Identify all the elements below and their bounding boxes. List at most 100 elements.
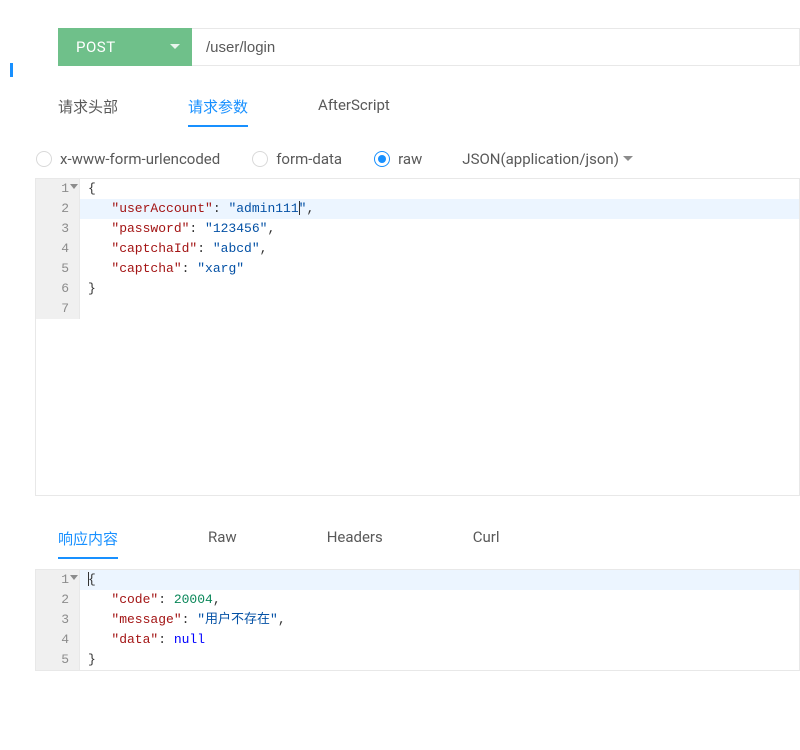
code-line: 2 "userAccount": "admin111",	[36, 199, 799, 219]
code-content[interactable]: }	[80, 650, 799, 670]
token-key: "captchaId"	[111, 241, 197, 256]
radio-icon	[36, 151, 52, 167]
line-number: 4	[36, 630, 80, 650]
http-method-select[interactable]: POST	[58, 28, 192, 66]
line-number: 2	[36, 590, 80, 610]
line-number: 1	[36, 570, 80, 590]
token-plain: :	[182, 261, 198, 276]
code-line: 1{	[36, 570, 799, 590]
token-key: "userAccount"	[111, 201, 212, 216]
radio-formdata[interactable]: form-data	[252, 150, 342, 168]
code-content[interactable]: "captchaId": "abcd",	[80, 239, 799, 259]
radio-label: form-data	[276, 150, 342, 168]
request-body-editor[interactable]: 1 {2 "userAccount": "admin111",3 "passwor…	[35, 178, 800, 496]
fold-marker-icon[interactable]	[70, 184, 78, 189]
code-line: 4 "data": null	[36, 630, 799, 650]
request-tabs: 请求头部 请求参数 AfterScript	[58, 88, 800, 128]
code-line: 3 "message": "用户不存在",	[36, 610, 799, 630]
code-content[interactable]: {	[80, 570, 799, 590]
token-plain: :	[189, 221, 205, 236]
token-plain: ,	[260, 241, 268, 256]
code-line: 4 "captchaId": "abcd",	[36, 239, 799, 259]
line-number: 4	[36, 239, 80, 259]
code-line: 5}	[36, 650, 799, 670]
code-content[interactable]	[80, 299, 799, 319]
token-key: "message"	[111, 612, 181, 627]
code-line: 6}	[36, 279, 799, 299]
token-num: 20004	[174, 592, 213, 607]
token-plain: :	[213, 201, 229, 216]
token-plain: {	[88, 572, 96, 587]
token-null: null	[174, 632, 205, 647]
token-plain	[88, 261, 111, 276]
line-number: 7	[36, 299, 80, 319]
code-content[interactable]: "userAccount": "admin111",	[80, 199, 799, 219]
token-plain: }	[88, 652, 96, 667]
tab-response-curl[interactable]: Curl	[473, 520, 500, 559]
token-key: "captcha"	[111, 261, 181, 276]
code-content[interactable]: "code": 20004,	[80, 590, 799, 610]
token-key: "code"	[111, 592, 158, 607]
tab-response-headers[interactable]: Headers	[327, 520, 383, 559]
code-content[interactable]: "password": "123456",	[80, 219, 799, 239]
radio-icon	[252, 151, 268, 167]
content-type-select[interactable]: JSON(application/json)	[462, 150, 633, 168]
tab-request-params[interactable]: 请求参数	[188, 88, 248, 127]
radio-urlencoded[interactable]: x-www-form-urlencoded	[36, 150, 220, 168]
line-number: 2	[36, 199, 80, 219]
code-content[interactable]: }	[80, 279, 799, 299]
token-plain	[88, 221, 111, 236]
code-line: 2 "code": 20004,	[36, 590, 799, 610]
radio-label: x-www-form-urlencoded	[60, 150, 220, 168]
code-content[interactable]: {	[80, 179, 799, 199]
token-plain: {	[88, 181, 96, 196]
token-str: "用户不存在"	[197, 612, 278, 627]
line-number: 1	[36, 179, 80, 199]
token-plain	[88, 592, 111, 607]
token-key: "password"	[111, 221, 189, 236]
radio-icon	[374, 151, 390, 167]
code-content[interactable]: "data": null	[80, 630, 799, 650]
line-number: 5	[36, 259, 80, 279]
radio-raw[interactable]: raw	[374, 150, 422, 168]
http-method-label: POST	[76, 38, 116, 56]
token-plain: ,	[213, 592, 221, 607]
radio-label: raw	[398, 150, 422, 168]
code-content[interactable]: "message": "用户不存在",	[80, 610, 799, 630]
line-number: 6	[36, 279, 80, 299]
tab-response-raw[interactable]: Raw	[208, 520, 237, 559]
token-plain: ,	[278, 612, 286, 627]
chevron-down-icon	[170, 44, 180, 50]
token-str: "xarg"	[197, 261, 244, 276]
code-content[interactable]: "captcha": "xarg"	[80, 259, 799, 279]
token-plain: :	[158, 592, 174, 607]
token-str: "abcd"	[213, 241, 260, 256]
token-plain: ,	[267, 221, 275, 236]
code-line: 5 "captcha": "xarg"	[36, 259, 799, 279]
token-plain	[88, 201, 111, 216]
token-str: "admin111	[228, 201, 298, 216]
response-body-editor[interactable]: 1{2 "code": 20004,3 "message": "用户不存在",4…	[35, 569, 800, 671]
token-key: "data"	[111, 632, 158, 647]
line-number: 3	[36, 610, 80, 630]
body-type-row: x-www-form-urlencoded form-data raw JSON…	[36, 150, 800, 168]
url-input[interactable]	[192, 28, 800, 66]
tab-response-content[interactable]: 响应内容	[58, 520, 118, 559]
token-plain	[88, 632, 111, 647]
token-plain: :	[182, 612, 198, 627]
tab-afterscript[interactable]: AfterScript	[318, 88, 390, 127]
token-plain	[88, 612, 111, 627]
token-plain: ,	[306, 201, 314, 216]
line-number: 5	[36, 650, 80, 670]
line-number: 3	[36, 219, 80, 239]
tab-request-headers[interactable]: 请求头部	[58, 88, 118, 127]
token-plain: :	[197, 241, 213, 256]
fold-marker-icon[interactable]	[70, 575, 78, 580]
code-line: 3 "password": "123456",	[36, 219, 799, 239]
response-tabs: 响应内容 Raw Headers Curl	[58, 520, 800, 559]
token-plain: }	[88, 281, 96, 296]
token-plain: :	[158, 632, 174, 647]
token-str: "123456"	[205, 221, 267, 236]
request-line-row: POST	[58, 28, 800, 66]
code-line: 7	[36, 299, 799, 319]
